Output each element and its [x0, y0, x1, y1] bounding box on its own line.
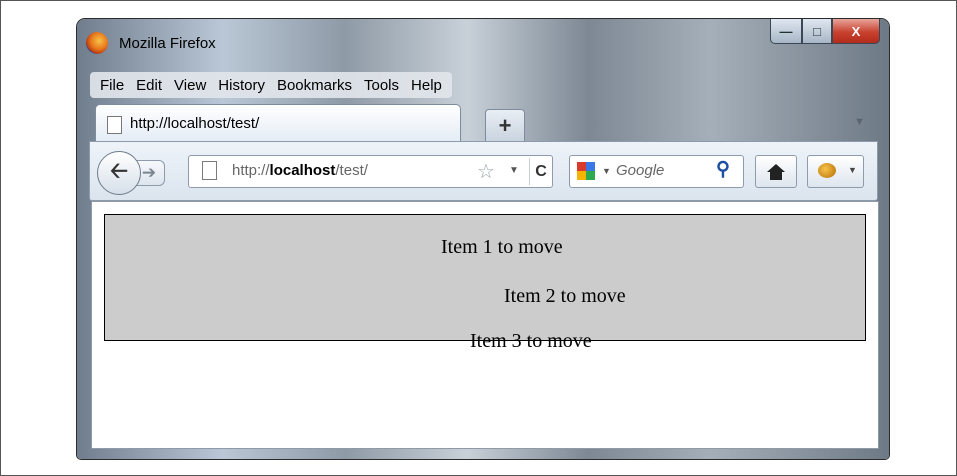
window-title: Mozilla Firefox	[119, 35, 216, 52]
google-logo-icon[interactable]	[577, 162, 595, 180]
list-item[interactable]: Item 2 to move	[504, 285, 626, 308]
url-text[interactable]: http://localhost/test/	[232, 162, 368, 179]
tab-list-chevron-icon[interactable]: ▼	[854, 116, 865, 128]
page-icon	[107, 116, 122, 134]
search-bar[interactable]: ▼ Google ⚲	[569, 155, 744, 188]
menu-help[interactable]: Help	[405, 77, 448, 94]
browser-window: Mozilla Firefox — □ X File Edit View His…	[77, 19, 889, 459]
list-item[interactable]: Item 1 to move	[441, 236, 563, 259]
firefox-logo-icon	[86, 32, 108, 54]
menu-bookmarks[interactable]: Bookmarks	[271, 77, 358, 94]
tab-strip: http://localhost/test/ + ▼	[77, 104, 889, 143]
firebug-icon	[818, 163, 836, 178]
new-tab-button[interactable]: +	[485, 109, 525, 141]
forward-arrow-icon: ➔	[141, 163, 157, 182]
url-path: /test/	[335, 162, 368, 179]
screenshot-frame: Mozilla Firefox — □ X File Edit View His…	[0, 0, 957, 476]
firebug-button[interactable]: ▼	[807, 155, 864, 188]
reload-icon: C	[535, 162, 547, 180]
back-arrow-icon: 🡠	[110, 158, 128, 183]
menu-bar: File Edit View History Bookmarks Tools H…	[90, 72, 452, 98]
menu-tools[interactable]: Tools	[358, 77, 405, 94]
menu-view[interactable]: View	[168, 77, 212, 94]
chevron-down-icon[interactable]: ▼	[848, 165, 857, 175]
tab-active[interactable]: http://localhost/test/	[95, 104, 461, 143]
search-icon[interactable]: ⚲	[716, 158, 730, 181]
title-bar[interactable]: Mozilla Firefox — □ X	[77, 19, 889, 59]
menu-file[interactable]: File	[94, 77, 130, 94]
tab-label: http://localhost/test/	[130, 115, 260, 132]
menu-edit[interactable]: Edit	[130, 77, 168, 94]
url-prefix: http://	[232, 162, 270, 179]
caption-buttons: — □ X	[770, 19, 880, 45]
maximize-button[interactable]: □	[802, 19, 832, 44]
home-button[interactable]	[755, 155, 797, 188]
list-item[interactable]: Item 3 to move	[470, 330, 592, 353]
drop-area[interactable]	[104, 214, 866, 341]
chevron-down-icon[interactable]: ▼	[509, 165, 519, 176]
chevron-down-icon[interactable]: ▼	[602, 166, 611, 176]
minimize-button[interactable]: —	[770, 19, 802, 44]
search-input[interactable]: Google	[616, 162, 664, 179]
close-button[interactable]: X	[832, 19, 880, 44]
star-icon[interactable]: ☆	[477, 159, 495, 184]
home-icon	[767, 163, 785, 180]
url-host: localhost	[269, 162, 336, 179]
reload-button[interactable]: C	[529, 158, 552, 185]
menu-history[interactable]: History	[212, 77, 271, 94]
url-bar[interactable]: http://localhost/test/ ☆ ▼ C	[188, 155, 553, 188]
page-content: Item 1 to move Item 2 to move Item 3 to …	[91, 201, 879, 449]
navigation-toolbar: ➔ 🡠 http://localhost/test/ ☆ ▼ C ▼ Googl…	[89, 141, 878, 201]
back-button[interactable]: 🡠	[97, 151, 141, 195]
page-icon	[202, 161, 217, 180]
